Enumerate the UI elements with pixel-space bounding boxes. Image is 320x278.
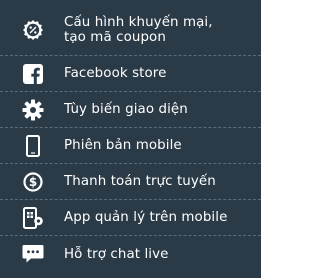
menu-item-facebook-store[interactable]: Facebook store — [0, 56, 261, 92]
coupon-badge-icon — [18, 18, 48, 42]
menu-item-online-payment[interactable]: $ Thanh toán trực tuyến — [0, 164, 261, 200]
mobile-phone-icon — [18, 134, 48, 158]
menu-item-mobile-management-app[interactable]: App quản lý trên mobile — [0, 200, 261, 236]
menu-item-label: Thanh toán trực tuyến — [64, 174, 216, 189]
menu-item-label: App quản lý trên mobile — [64, 210, 228, 225]
menu-item-label: Phiên bản mobile — [64, 138, 182, 153]
menu-item-theme-customization[interactable]: Tùy biến giao diện — [0, 92, 261, 128]
dollar-circle-icon: $ — [18, 170, 48, 194]
menu-item-label-line-1: Cấu hình khuyến mại, — [64, 14, 213, 30]
chat-bubble-icon — [18, 242, 48, 266]
feature-menu: Cấu hình khuyến mại, tạo mã coupon Faceb… — [0, 0, 261, 278]
gear-icon — [18, 98, 48, 122]
menu-item-label: Hỗ trợ chat live — [64, 246, 169, 262]
mobile-app-icon — [18, 206, 48, 230]
menu-item-label: Tùy biến giao diện — [64, 102, 188, 117]
menu-item-live-chat-support[interactable]: Hỗ trợ chat live — [0, 236, 261, 272]
menu-item-mobile-version[interactable]: Phiên bản mobile — [0, 128, 261, 164]
menu-item-label: Cấu hình khuyến mại, tạo mã coupon — [64, 15, 213, 45]
menu-item-label-line-2: tạo mã coupon — [64, 29, 166, 45]
svg-text:$: $ — [29, 175, 37, 189]
menu-item-coupon[interactable]: Cấu hình khuyến mại, tạo mã coupon — [0, 4, 261, 56]
facebook-icon — [18, 62, 48, 86]
menu-item-label: Facebook store — [64, 66, 167, 81]
